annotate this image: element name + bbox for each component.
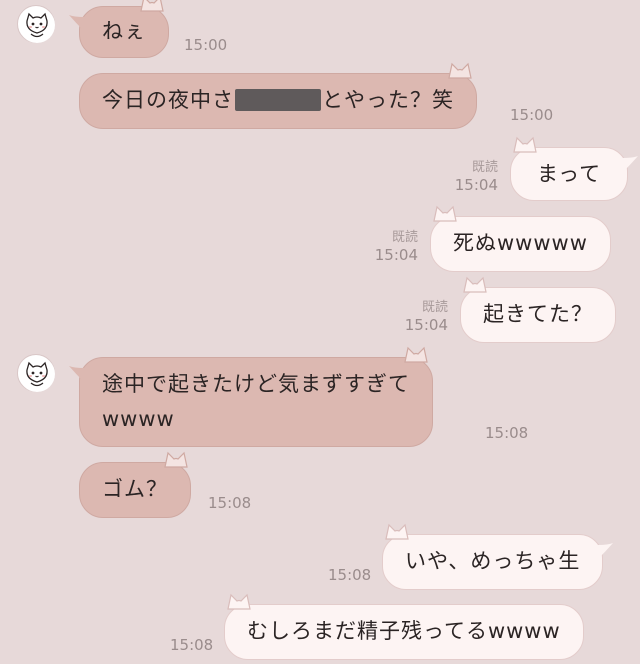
cat-ears-icon [164,450,188,468]
cat-ears-icon [227,592,251,610]
cat-ears-icon [513,135,537,153]
time-label: 15:08 [485,424,529,442]
time-label: 15:04 [404,316,448,334]
message-text: 起きてた？ [483,302,593,326]
cat-avatar-icon[interactable] [17,5,55,43]
time-label: 15:00 [510,106,554,124]
time-label: 15:08 [208,494,252,512]
message-time: 15:00 [184,36,227,54]
message-text-part: 今日の夜中さ [102,88,234,112]
message-bubble-outgoing[interactable]: 起きてた？ [460,276,616,343]
message-meta: 既読 15:04 [452,160,498,194]
bubble-tail [68,15,84,33]
read-receipt: 既読 [391,230,418,245]
message-text-line: wwww [102,407,175,431]
message-bubble-incoming[interactable]: ねぇ [69,0,169,58]
cat-ears-icon [448,61,472,79]
chat-thread: ねぇ 15:00 今日の夜中さ とやった？笑 15:00 既読 15:04 まって… [0,0,640,664]
message-meta: 既読 15:04 [372,230,418,264]
message-bubble-incoming[interactable]: 途中で起きたけど気まずすぎて wwww [69,346,433,447]
message-bubble-outgoing[interactable]: いや、めっちゃ生 [382,523,614,590]
message-bubble-incoming[interactable]: 今日の夜中さ とやった？笑 [79,62,477,129]
message-text: まって [537,162,602,186]
cat-ears-icon [463,275,487,293]
read-receipt: 既読 [421,300,448,315]
message-bubble-outgoing[interactable]: まって [510,136,639,201]
message-time: 15:00 [510,106,553,124]
cat-ears-icon [404,345,428,363]
message-text: いや、めっちゃ生 [405,549,581,573]
cat-ears-icon [140,0,164,12]
time-label: 15:00 [184,36,228,54]
message-text: むしろまだ精子残ってるwwww [247,619,561,643]
time-label: 15:08 [170,636,214,654]
read-receipt: 既読 [471,160,498,175]
message-text: 今日の夜中さ とやった？笑 [102,86,454,115]
redacted-block [235,89,321,111]
message-time: 15:08 [208,494,251,512]
message-time: 15:08 [485,424,528,442]
time-label: 15:04 [454,176,498,194]
message-text: 死ぬwwwww [453,231,588,255]
message-meta: 既読 15:04 [402,300,448,334]
cat-avatar-icon[interactable] [17,354,55,392]
message-text-line: 途中で起きたけど気まずすぎて [102,372,410,396]
bubble-tail [623,156,639,174]
time-label: 15:08 [328,566,372,584]
message-text: ゴム？ [102,477,168,501]
message-text-part: とやった？笑 [322,88,454,112]
message-time: 15:08 [328,566,371,584]
message-time: 15:08 [170,636,213,654]
cat-ears-icon [433,204,457,222]
cat-ears-icon [385,522,409,540]
message-bubble-outgoing[interactable]: むしろまだ精子残ってるwwww [224,593,584,660]
bubble-tail [598,543,614,561]
message-bubble-outgoing[interactable]: 死ぬwwwww [430,205,611,272]
bubble-tail [68,366,84,384]
message-text: ねぇ [102,19,146,43]
time-label: 15:04 [374,246,418,264]
message-bubble-incoming[interactable]: ゴム？ [79,451,191,518]
